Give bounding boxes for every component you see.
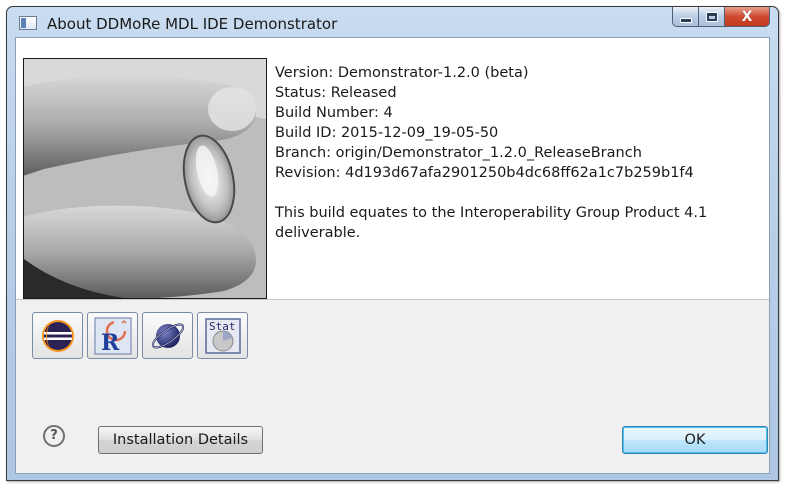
dialog-client-area: Version: Demonstrator-1.2.0 (beta) Statu… <box>15 37 770 474</box>
planet-icon <box>151 323 184 348</box>
about-dialog-window: About DDMoRe MDL IDE Demonstrator X Vers… <box>6 6 779 481</box>
build-id-text: Build ID: 2015-12-09_19-05-50 <box>275 125 499 141</box>
feature-button-planet[interactable] <box>142 312 193 359</box>
minimize-button[interactable] <box>672 7 699 27</box>
capsule-photo-icon <box>24 59 266 298</box>
title-bar[interactable]: About DDMoRe MDL IDE Demonstrator X <box>7 7 778 37</box>
feature-button-stat[interactable]: Stat <box>197 312 248 359</box>
build-info-text: Version: Demonstrator-1.2.0 (beta) Statu… <box>275 63 765 243</box>
stat-icon: Stat <box>204 317 241 354</box>
app-window-icon <box>19 16 37 30</box>
eclipse-icon <box>41 319 74 352</box>
feature-button-r[interactable]: R <box>87 312 138 359</box>
branch-text: Branch: origin/Demonstrator_1.2.0_Releas… <box>275 145 642 161</box>
revision-text: Revision: 4d193d67afa2901250b4dc68ff62a1… <box>275 165 694 181</box>
maximize-button[interactable] <box>699 7 725 27</box>
close-icon: X <box>741 8 753 25</box>
feature-button-eclipse[interactable] <box>32 312 83 359</box>
caption-buttons: X <box>672 7 770 27</box>
splash-image <box>23 58 267 299</box>
minimize-icon <box>679 18 692 23</box>
window-title: About DDMoRe MDL IDE Demonstrator <box>47 15 338 33</box>
about-info-panel: Version: Demonstrator-1.2.0 (beta) Statu… <box>16 38 769 299</box>
divider <box>16 299 769 300</box>
build-number-text: Build Number: 4 <box>275 105 393 121</box>
close-button[interactable]: X <box>725 7 770 27</box>
version-text: Version: Demonstrator-1.2.0 (beta) <box>275 65 529 81</box>
dialog-footer: ? Installation Details OK <box>16 425 769 465</box>
installation-details-button[interactable]: Installation Details <box>98 426 263 454</box>
status-text: Status: Released <box>275 85 397 101</box>
ok-button[interactable]: OK <box>622 426 768 454</box>
feature-buttons: R Stat <box>32 312 248 359</box>
r-language-icon: R <box>94 317 131 355</box>
stat-label: Stat <box>209 320 236 333</box>
svg-text:R: R <box>101 330 120 355</box>
description-text: This build equates to the Interoperabili… <box>275 205 708 241</box>
maximize-icon <box>705 11 718 22</box>
help-icon[interactable]: ? <box>43 425 65 447</box>
